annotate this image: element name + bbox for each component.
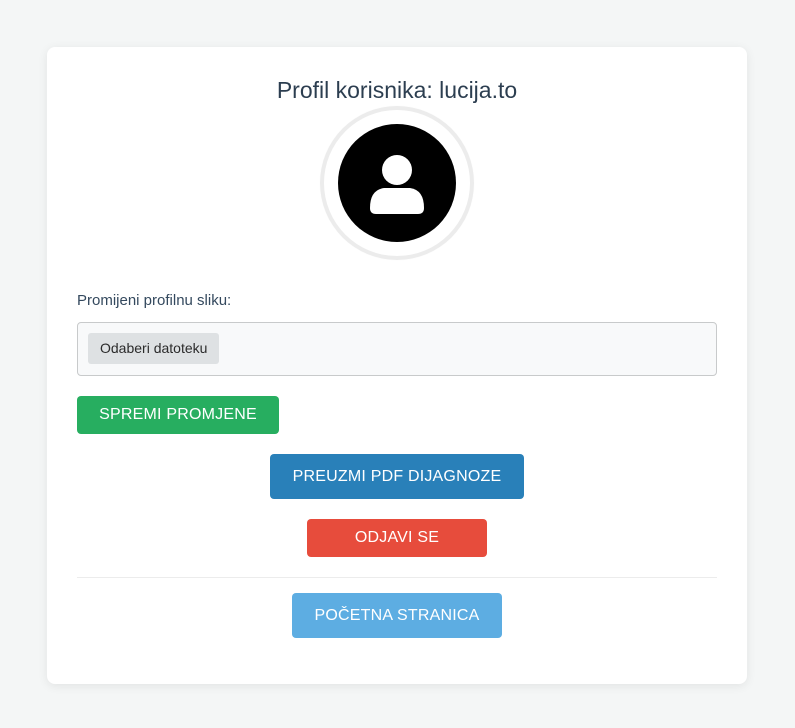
download-pdf-button[interactable]: PREUZMI PDF DIJAGNOZE: [270, 454, 524, 499]
avatar: [324, 110, 470, 256]
home-page-button[interactable]: POČETNA STRANICA: [292, 593, 502, 638]
logout-button[interactable]: ODJAVI SE: [307, 519, 487, 557]
save-changes-button[interactable]: SPREMI PROMJENE: [77, 396, 279, 434]
page-title: Profil korisnika: lucija.to: [276, 77, 518, 103]
divider: [77, 577, 717, 578]
profile-picture-label: Promijeni profilnu sliku:: [77, 292, 232, 309]
file-input[interactable]: Odaberi datoteku: [77, 322, 717, 376]
profile-card: Profil korisnika: lucija.to Promijeni pr…: [47, 47, 747, 684]
user-circle-icon: [338, 124, 456, 242]
choose-file-button[interactable]: Odaberi datoteku: [88, 333, 220, 364]
